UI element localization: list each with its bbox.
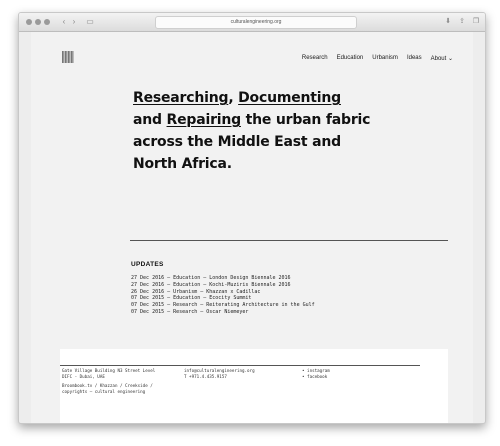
- hero-link-researching[interactable]: Researching: [133, 90, 229, 106]
- sidebar-icon[interactable]: ▭: [85, 17, 95, 27]
- share-icon[interactable]: ⇪: [457, 17, 467, 27]
- divider: [130, 240, 448, 241]
- maximize-window-icon[interactable]: [44, 19, 50, 25]
- nav-urbanism[interactable]: Urbanism: [372, 55, 398, 62]
- address-bar[interactable]: culturalengineering.org: [155, 16, 357, 29]
- footer-copyright: copyrights — cultural engineering: [62, 388, 146, 394]
- minimize-window-icon[interactable]: [35, 19, 41, 25]
- web-page: Research Education Urbanism Ideas About …: [31, 32, 473, 423]
- footer-bottom: Broombook.tv / Khazzan / Creekside / cop…: [62, 383, 153, 394]
- tabs-icon[interactable]: ❐: [471, 17, 481, 27]
- back-icon[interactable]: ‹: [59, 17, 69, 27]
- update-item[interactable]: 26 Dec 2016 — Urbanism — Khazzan x Cadil…: [131, 289, 315, 296]
- footer-phone: T +971.4.435.9157: [184, 373, 227, 379]
- nav-ideas[interactable]: Ideas: [407, 55, 422, 62]
- footer-contact: info@culturalengineering.org T +971.4.43…: [184, 368, 255, 379]
- footer: Gate Village Building N3 Street Level DI…: [60, 349, 448, 423]
- browser-window: ‹ › ▭ culturalengineering.org ⬇ ⇪ ❐ Rese…: [18, 12, 486, 424]
- footer-email-link[interactable]: info@culturalengineering.org: [184, 368, 255, 374]
- close-window-icon[interactable]: [26, 19, 32, 25]
- main-nav: Research Education Urbanism Ideas About …: [302, 55, 453, 62]
- hero-link-documenting[interactable]: Documenting: [238, 90, 341, 106]
- update-item[interactable]: 07 Dec 2015 — Research — Oscar Niemeyer: [131, 309, 315, 316]
- hero-and: and: [133, 112, 162, 128]
- footer-address: Gate Village Building N3 Street Level DI…: [62, 368, 155, 379]
- facebook-link[interactable]: • facebook: [302, 374, 330, 380]
- nav-research[interactable]: Research: [302, 55, 328, 62]
- address-line: Gate Village Building N3 Street Level: [62, 368, 156, 373]
- download-icon[interactable]: ⬇: [443, 17, 453, 27]
- hero-link-repairing[interactable]: Repairing: [167, 112, 242, 128]
- updates-list: 27 Dec 2016 — Education — London Design …: [131, 275, 315, 316]
- update-item[interactable]: 27 Dec 2016 — Education — London Design …: [131, 275, 315, 282]
- forward-icon[interactable]: ›: [69, 17, 79, 27]
- instagram-link[interactable]: • instagram: [302, 368, 330, 374]
- site-logo[interactable]: [62, 51, 74, 63]
- update-item[interactable]: 07 Dec 2015 — Education — Ecocity Summit: [131, 295, 315, 302]
- browser-toolbar: ‹ › ▭ culturalengineering.org ⬇ ⇪ ❐: [19, 13, 485, 32]
- nav-about[interactable]: About ⌄: [431, 55, 453, 62]
- update-item[interactable]: 27 Dec 2016 — Education — Kochi-Muziris …: [131, 282, 315, 289]
- updates-title: UPDATES: [131, 261, 164, 268]
- hero-comma: ,: [228, 90, 234, 106]
- hero-headline: Researching, Documenting and Repairing t…: [133, 87, 373, 175]
- update-item[interactable]: 07 Dec 2015 — Research — Reiterating Arc…: [131, 302, 315, 309]
- nav-education[interactable]: Education: [337, 55, 364, 62]
- footer-social: • instagram • facebook: [302, 368, 330, 379]
- footer-divider: [60, 365, 420, 366]
- footer-links[interactable]: Broombook.tv / Khazzan / Creekside /: [62, 383, 153, 389]
- address-line: DIFC - Dubai, UAE: [62, 373, 105, 379]
